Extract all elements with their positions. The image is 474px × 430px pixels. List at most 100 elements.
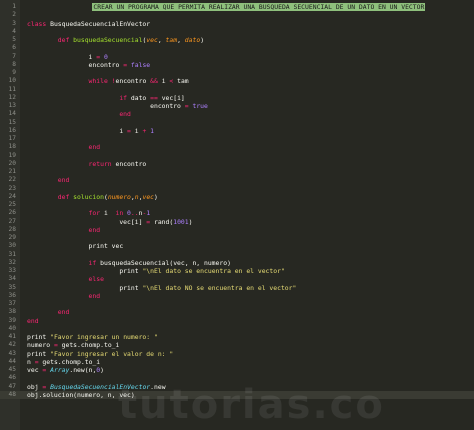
code-line[interactable]: 17 bbox=[0, 135, 474, 143]
code-line[interactable]: 37 bbox=[0, 300, 474, 308]
line-number: 3 bbox=[12, 19, 16, 27]
code-line[interactable]: 20 return encontro bbox=[0, 160, 474, 168]
code-line[interactable]: 45 vec = Array.new(n,0) bbox=[0, 366, 474, 374]
code-line[interactable]: 8 encontro = false bbox=[0, 61, 474, 69]
line-number: 26 bbox=[8, 209, 16, 217]
code-line[interactable]: 39 end bbox=[0, 317, 474, 325]
code-token: "Favor ingresar un numero: " bbox=[50, 333, 158, 341]
code-token: solucion bbox=[73, 192, 104, 201]
line-number: 23 bbox=[8, 184, 16, 192]
line-number: 10 bbox=[8, 77, 16, 85]
line-number: 4 bbox=[12, 27, 16, 35]
code-text: i = 0 bbox=[27, 53, 108, 61]
code-token: dato bbox=[130, 93, 151, 102]
code-line[interactable]: 35 print "\nEl dato NO se encuentra en e… bbox=[0, 284, 474, 292]
code-token: n bbox=[27, 357, 35, 366]
code-line[interactable]: 29 bbox=[0, 234, 474, 242]
code-line[interactable]: 9 bbox=[0, 69, 474, 77]
code-text: encontro = false bbox=[27, 61, 151, 69]
code-token: vec bbox=[146, 36, 158, 44]
code-line[interactable]: 12 if dato == vec[i] bbox=[0, 94, 474, 102]
code-text: while !encontro && i < tam bbox=[27, 77, 189, 85]
code-line[interactable]: 36 end bbox=[0, 292, 474, 300]
code-line[interactable]: 10 while !encontro && i < tam bbox=[0, 77, 474, 85]
code-token: class bbox=[27, 19, 51, 28]
code-token: busquedaSecuencial(vec, n, numero) bbox=[100, 258, 231, 267]
code-token: end bbox=[27, 291, 101, 300]
code-line[interactable]: 27 vec[i] = rand(1001) bbox=[0, 218, 474, 226]
code-line[interactable]: 1 CREAR UN PROGRAMA QUE PERMITA REALIZAR… bbox=[0, 3, 474, 11]
code-token: busquedaSecuencial bbox=[73, 36, 143, 44]
code-line[interactable]: 30 print vec bbox=[0, 242, 474, 250]
code-line[interactable]: 33 print "\nEl dato se encuentra en el v… bbox=[0, 267, 474, 275]
code-token: print bbox=[27, 349, 51, 358]
code-line[interactable]: 5 def busquedaSecuencial(vec, tam, dato) bbox=[0, 36, 474, 44]
code-token: vec bbox=[142, 192, 155, 201]
code-line[interactable]: 42 numero = gets.chomp.to_i bbox=[0, 341, 474, 349]
code-line[interactable]: 15 bbox=[0, 119, 474, 127]
code-token: numero bbox=[27, 341, 54, 350]
line-number: 6 bbox=[12, 44, 16, 52]
code-token: print bbox=[27, 242, 112, 251]
code-text: end bbox=[27, 291, 101, 300]
code-text: class BusquedaSecuencialEnVector bbox=[27, 20, 150, 28]
code-line[interactable]: 3 class BusquedaSecuencialEnVector bbox=[0, 20, 474, 28]
code-line[interactable]: 22 end bbox=[0, 176, 474, 184]
code-line[interactable]: 25 bbox=[0, 201, 474, 209]
code-text: print vec bbox=[27, 242, 124, 251]
code-line[interactable]: 11 bbox=[0, 86, 474, 94]
code-line[interactable]: 43 print "Favor ingresar el valor de n: " bbox=[0, 350, 474, 358]
code-token: i bbox=[157, 77, 170, 86]
code-line[interactable]: 18 end bbox=[0, 143, 474, 151]
code-line[interactable]: 41 print "Favor ingresar un numero: " bbox=[0, 333, 474, 341]
code-text: end bbox=[27, 308, 70, 316]
line-number: 11 bbox=[8, 85, 16, 93]
code-text: print "Favor ingresar el valor de n: " bbox=[27, 350, 173, 358]
code-line[interactable]: 28 end bbox=[0, 226, 474, 234]
code-line[interactable]: 24 def solucion(numero,n,vec) bbox=[0, 193, 474, 201]
code-line[interactable]: 40 bbox=[0, 325, 474, 333]
line-number: 32 bbox=[8, 258, 16, 266]
code-text: i = i + 1 bbox=[27, 127, 154, 135]
code-token: gets.chomp.to_i bbox=[38, 357, 101, 366]
code-token: BusquedaSecuencialEnVector bbox=[50, 19, 151, 28]
code-token: end bbox=[27, 176, 70, 185]
code-line[interactable]: 26 for i in 0..n-1 bbox=[0, 209, 474, 217]
code-token: end bbox=[27, 316, 39, 325]
code-token: i bbox=[27, 52, 97, 61]
code-line[interactable]: 44 n = gets.chomp.to_i bbox=[0, 358, 474, 366]
line-number: 16 bbox=[8, 126, 16, 134]
code-line[interactable]: 13 encontro = true bbox=[0, 102, 474, 110]
code-line[interactable]: 21 bbox=[0, 168, 474, 176]
code-line[interactable]: 19 bbox=[0, 152, 474, 160]
line-number: 46 bbox=[8, 374, 16, 382]
code-token: 1001 bbox=[173, 217, 189, 226]
code-token: true bbox=[192, 102, 208, 110]
code-token: "\nEl dato NO se encuentra en el vector" bbox=[142, 283, 297, 292]
code-line[interactable]: 16 i = i + 1 bbox=[0, 127, 474, 135]
line-number: 1 bbox=[12, 3, 16, 10]
code-line[interactable]: 32 if busquedaSecuencial(vec, n, numero) bbox=[0, 259, 474, 267]
code-token: ) bbox=[200, 36, 205, 44]
code-line[interactable]: 7 i = 0 bbox=[0, 53, 474, 61]
line-number: 29 bbox=[8, 234, 16, 241]
line-number: 20 bbox=[8, 159, 16, 167]
code-line[interactable]: 14 end bbox=[0, 110, 474, 118]
code-token: && bbox=[150, 77, 158, 86]
code-line[interactable]: 38 end bbox=[0, 308, 474, 316]
code-token: rand( bbox=[150, 217, 174, 226]
code-line[interactable]: 6 bbox=[0, 44, 474, 52]
code-text: print "\nEl dato se encuentra en el vect… bbox=[27, 267, 284, 275]
code-editor[interactable]: 1 CREAR UN PROGRAMA QUE PERMITA REALIZAR… bbox=[0, 0, 474, 430]
code-line[interactable]: 4 bbox=[0, 28, 474, 36]
code-line[interactable]: 2 bbox=[0, 11, 474, 19]
code-line[interactable]: 23 bbox=[0, 185, 474, 193]
line-number: 19 bbox=[8, 151, 16, 159]
code-token: if bbox=[27, 258, 101, 267]
code-line[interactable]: 34 else bbox=[0, 275, 474, 283]
code-token: tam bbox=[165, 36, 178, 44]
line-number: 43 bbox=[8, 349, 16, 357]
highlighted-comment: CREAR UN PROGRAMA QUE PERMITA REALIZAR U… bbox=[92, 3, 426, 11]
code-line[interactable]: 31 bbox=[0, 251, 474, 259]
